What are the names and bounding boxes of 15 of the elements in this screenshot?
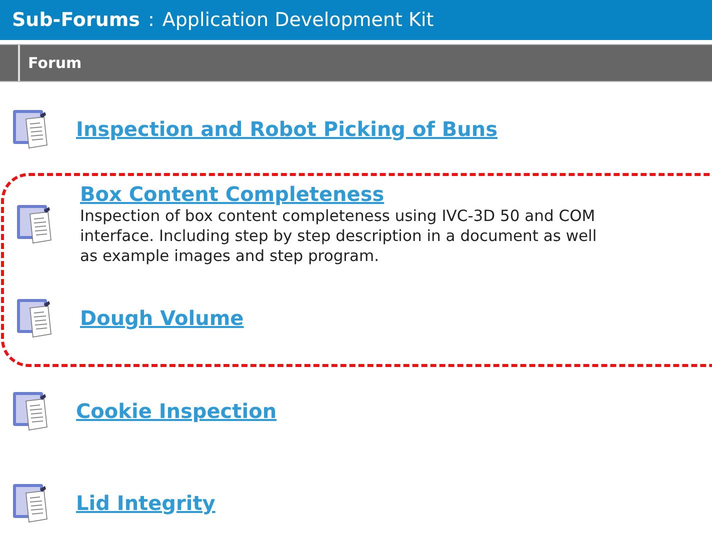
forum-document-icon	[12, 109, 50, 149]
forum-link[interactable]: Box Content Completeness	[80, 182, 597, 206]
forum-link[interactable]: Dough Volume	[80, 306, 244, 330]
forum-link[interactable]: Inspection and Robot Picking of Buns	[76, 117, 498, 141]
header-separator: :	[148, 8, 154, 33]
header-title: Sub-Forums	[12, 8, 140, 33]
column-header: Forum	[27, 52, 83, 74]
forum-document-icon	[16, 204, 54, 244]
forum-document-icon	[16, 298, 54, 338]
forum-link[interactable]: Lid Integrity	[76, 491, 216, 515]
header-subtitle: Application Development Kit	[162, 8, 434, 33]
forum-link[interactable]: Cookie Inspection	[76, 399, 277, 423]
forum-document-icon	[12, 391, 50, 431]
forum-description: Inspection of box content completeness using IVC-3D 50 and COM interface. Including step by step description in a document as well as example images and step program.	[80, 206, 597, 266]
forum-document-icon	[12, 483, 50, 523]
